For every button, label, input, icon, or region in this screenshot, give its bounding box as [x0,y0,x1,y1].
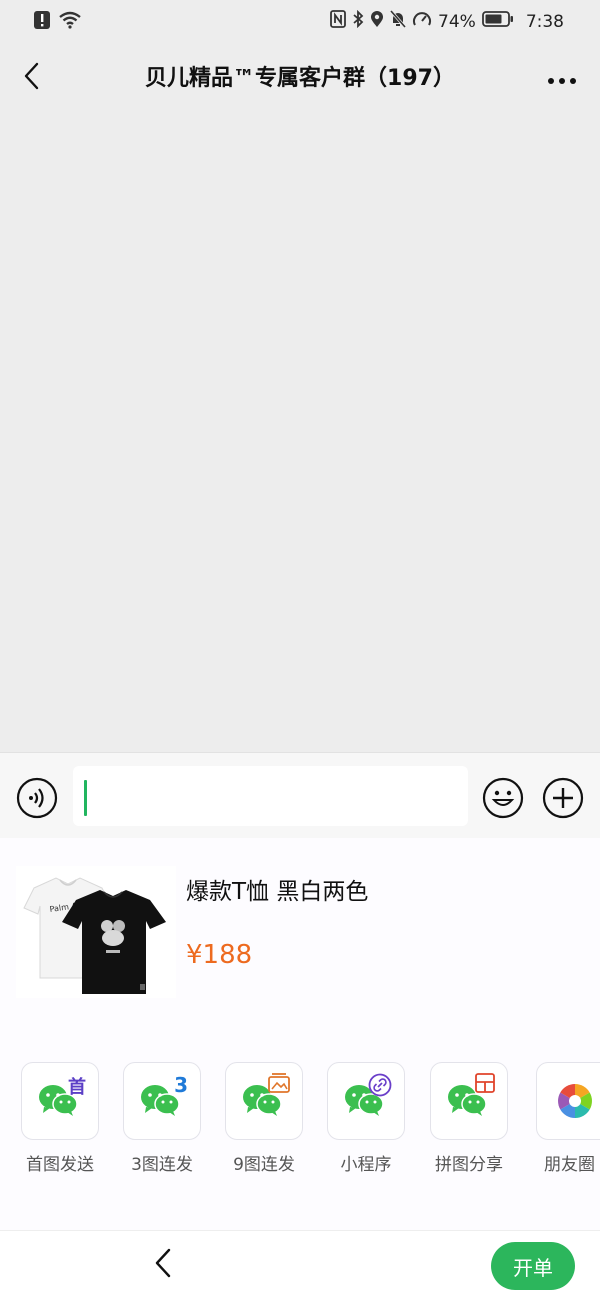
tool-three-image-send[interactable]: 3 3图连发 [117,1062,207,1175]
share-panel: Palm Ang 爆款T恤 黑白两色 ¥188 首 首图发送 3 3图连发 9图… [0,838,600,1230]
tool-label: 朋友圈 [544,1155,595,1175]
images-icon [268,1073,290,1097]
moments-aperture-icon [557,1083,593,1123]
message-input[interactable] [73,766,468,826]
tool-label: 9图连发 [233,1155,295,1175]
chat-message-area[interactable] [0,114,600,752]
chevron-left-icon [22,61,42,95]
bottom-bar: 开单 [0,1230,600,1300]
status-bar: 74% 7:38 [0,0,600,44]
location-icon [370,10,384,33]
text-caret [84,780,87,816]
product-card[interactable]: Palm Ang 爆款T恤 黑白两色 ¥188 [16,856,586,1006]
chat-header: 贝儿精品™专属客户群（197） [0,44,600,114]
more-dots-icon [547,70,577,89]
mute-bell-icon [389,10,407,33]
page-title: 贝儿精品™专属客户群（197） [145,66,455,91]
tool-tile [225,1062,303,1140]
clock: 7:38 [525,11,564,32]
tool-label: 小程序 [340,1155,392,1175]
tool-first-image-send[interactable]: 首 首图发送 [15,1062,105,1175]
create-order-button[interactable]: 开单 [491,1242,575,1290]
input-bar [0,752,600,838]
more-button[interactable] [542,64,582,94]
back-button[interactable] [14,60,50,96]
share-tools-row: 首 首图发送 3 3图连发 9图连发 小程序 拼图分享 朋友圈 [0,1062,600,1182]
speed-icon [412,10,432,33]
voice-button[interactable] [16,777,58,819]
tool-tile [430,1062,508,1140]
product-image: Palm Ang [16,866,176,998]
tool-moments[interactable]: 朋友圈 [526,1062,600,1175]
product-name: 爆款T恤 黑白两色 [186,879,369,905]
battery-percent: 74% [438,11,476,32]
plus-button[interactable] [542,777,584,819]
product-price: ¥188 [186,940,253,970]
collage-icon [475,1073,495,1097]
voice-icon [16,777,58,823]
link-icon [368,1073,392,1101]
tool-mini-program[interactable]: 小程序 [321,1062,411,1175]
emoji-icon [482,777,524,823]
tool-tile [327,1062,405,1140]
battery-icon [481,10,514,33]
nav-back-button[interactable] [146,1245,180,1285]
tool-tile: 首 [21,1062,99,1140]
tool-tile [536,1062,600,1140]
plus-icon [542,777,584,823]
tool-tile: 3 [123,1062,201,1140]
tool-label: 拼图分享 [435,1155,503,1175]
wifi-icon [58,11,82,33]
emoji-button[interactable] [482,777,524,819]
bluetooth-icon [352,9,364,33]
tool-label: 首图发送 [26,1155,94,1175]
nfc-icon [330,10,346,33]
first-image-badge: 首 [68,1077,86,1098]
alert-icon [34,11,50,33]
tool-nine-image-send[interactable]: 9图连发 [219,1062,309,1175]
chevron-left-icon [153,1247,173,1283]
three-badge: 3 [174,1073,188,1097]
tool-collage-share[interactable]: 拼图分享 [424,1062,514,1175]
tool-label: 3图连发 [131,1155,193,1175]
